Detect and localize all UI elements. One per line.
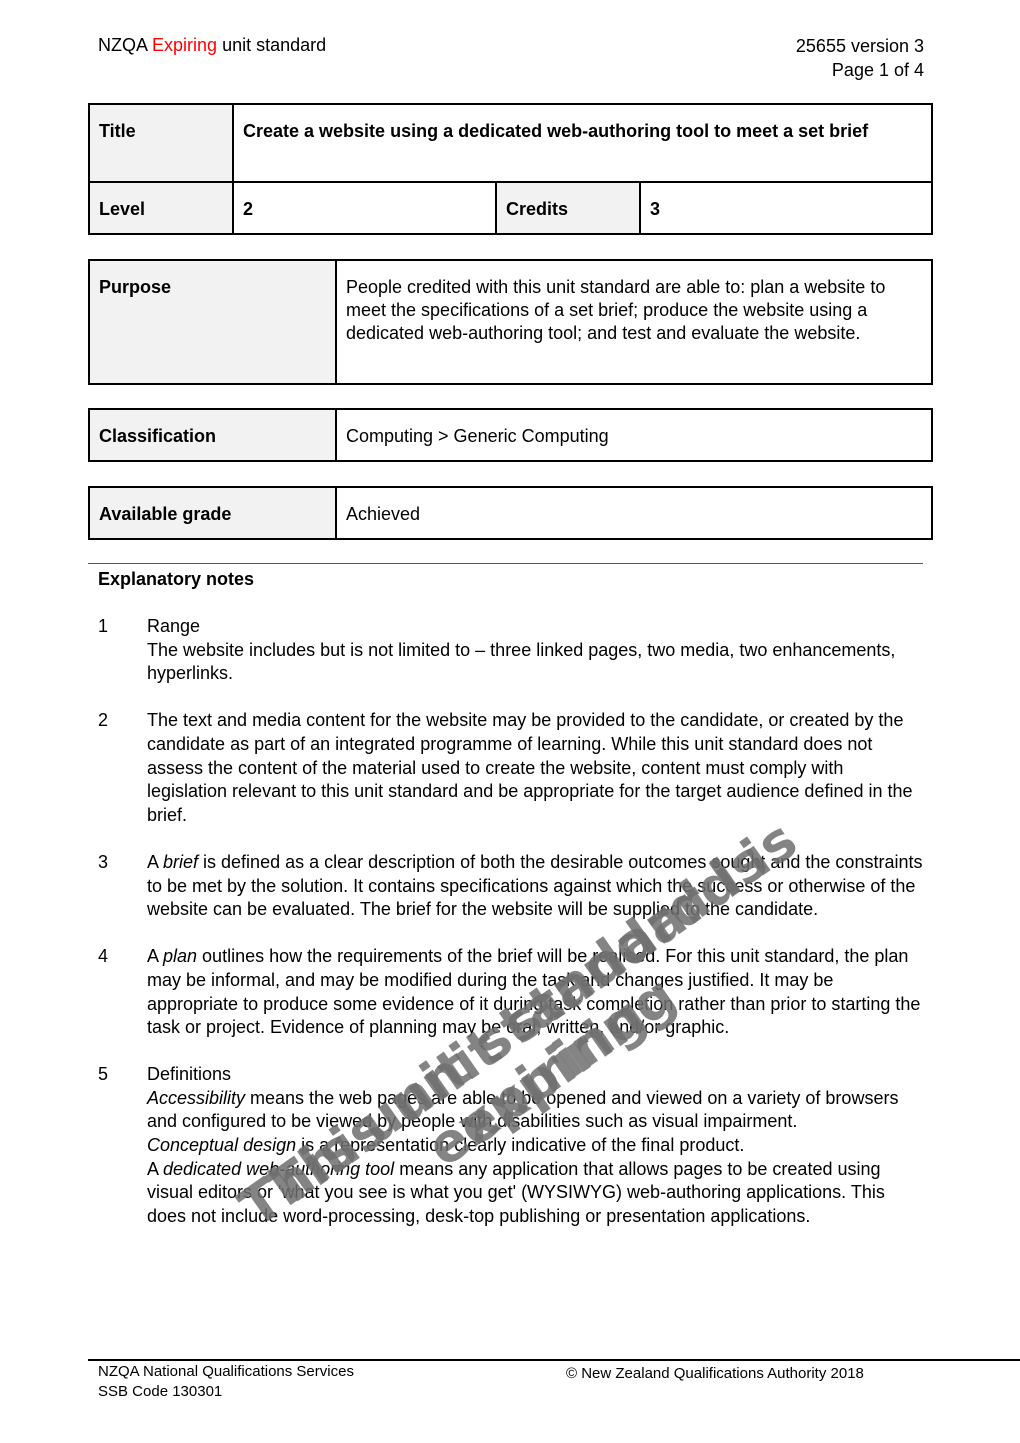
page-number: Page 1 of 4	[831, 60, 924, 80]
expiring-status: Expiring	[152, 35, 218, 55]
note-text-pre: A	[147, 946, 164, 967]
note-item: 4 A plan outlines how the requirements o…	[98, 945, 928, 1039]
note-text-body: is defined as a clear description of bot…	[147, 851, 923, 920]
note-text-body: outlines how the requirements of the bri…	[147, 946, 921, 1038]
purpose-table: Purpose People credited with this unit s…	[88, 259, 933, 385]
footer-copyright: © New Zealand Qualifications Authority 2…	[566, 1365, 864, 1382]
footer-divider	[88, 1359, 1020, 1361]
note-text: The text and media content for the websi…	[147, 710, 913, 825]
defined-term: brief	[163, 851, 199, 872]
definition: Accessibility means the web pages are ab…	[147, 1087, 928, 1134]
purpose-value: People credited with this unit standard …	[335, 259, 933, 385]
grade-value: Achieved	[335, 486, 933, 540]
definition: Conceptual design is a representation cl…	[147, 1134, 928, 1158]
grade-label: Available grade	[88, 486, 337, 540]
purpose-label: Purpose	[88, 259, 337, 385]
definition: A dedicated web-authoring tool means any…	[147, 1158, 928, 1229]
defined-term: Conceptual design	[147, 1135, 297, 1156]
section-divider	[88, 563, 923, 564]
note-number: 5	[98, 1064, 109, 1085]
note-item: 5 Definitions Accessibility means the we…	[98, 1063, 928, 1228]
note-item: 3 A brief is defined as a clear descript…	[98, 851, 928, 922]
title-label: Title	[88, 103, 234, 183]
note-number: 2	[98, 710, 109, 731]
defined-term: dedicated web-authoring tool	[163, 1158, 395, 1179]
note-text: The website includes but is not limited …	[147, 639, 896, 684]
document-header-right: 25655 version 3 Page 1 of 4	[796, 34, 924, 82]
note-number: 1	[98, 616, 109, 636]
classification-label: Classification	[88, 408, 337, 462]
classification-table: Classification Computing > Generic Compu…	[88, 408, 933, 462]
note-heading: Range	[147, 616, 201, 636]
header-suffix: unit standard	[222, 35, 327, 55]
credits-label: Credits	[495, 181, 641, 235]
explanatory-notes-heading: Explanatory notes	[98, 569, 255, 589]
note-item: 2 The text and media content for the web…	[98, 709, 928, 827]
definition-text: means the web pages are able to be opene…	[147, 1087, 899, 1132]
note-number: 3	[98, 851, 109, 872]
defined-term: plan	[163, 946, 198, 967]
defined-term: Accessibility	[147, 1087, 246, 1108]
footer-ssb-code: SSB Code 130301	[98, 1383, 223, 1400]
definition-text: is a representation clearly indicative o…	[296, 1135, 745, 1156]
classification-value: Computing > Generic Computing	[335, 408, 933, 462]
note-heading: Definitions	[147, 1064, 232, 1085]
footer-org: NZQA National Qualifications Services	[98, 1363, 354, 1380]
document-header-left: NZQA Expiring unit standard	[98, 34, 326, 56]
footer-left: NZQA National Qualifications Services SS…	[98, 1362, 354, 1402]
level-label: Level	[88, 181, 234, 235]
definition-pre: A	[147, 1158, 164, 1179]
explanatory-notes-list: 1 Range The website includes but is not …	[98, 615, 928, 1252]
note-text: A brief is defined as a clear descriptio…	[147, 851, 928, 922]
grade-table: Available grade Achieved	[88, 486, 933, 540]
note-text-pre: A	[147, 851, 164, 872]
note-text: A plan outlines how the requirements of …	[147, 945, 928, 1039]
note-item: 1 Range The website includes but is not …	[98, 615, 928, 686]
credits-value: 3	[639, 181, 933, 235]
header-prefix: NZQA	[98, 35, 148, 55]
level-value: 2	[232, 181, 497, 235]
note-number: 4	[98, 946, 109, 967]
unit-version: 25655 version 3	[795, 36, 924, 56]
title-table: Title Create a website using a dedicated…	[88, 103, 933, 235]
title-value: Create a website using a dedicated web-a…	[232, 103, 933, 183]
